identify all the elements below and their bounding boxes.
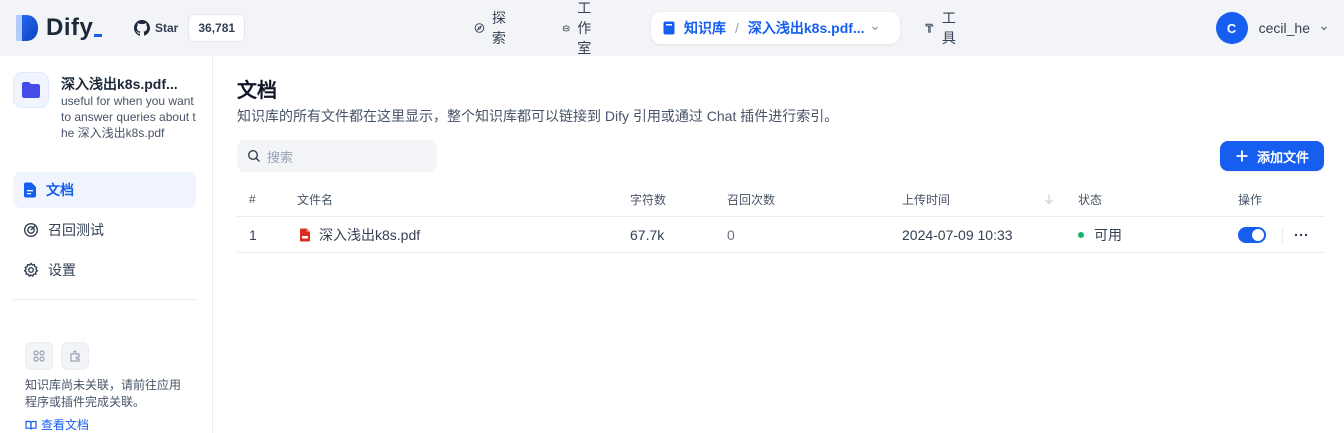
enable-toggle[interactable] bbox=[1238, 226, 1266, 243]
row-file-name-cell[interactable]: 深入浅出k8s.pdf bbox=[299, 217, 420, 252]
more-icon[interactable] bbox=[1293, 227, 1309, 243]
hammer-icon bbox=[925, 23, 934, 33]
table-header: # 文件名 字符数 召回次数 上传时间 状态 操作 bbox=[237, 182, 1324, 217]
user-menu[interactable]: C cecil_he bbox=[1215, 12, 1330, 44]
github-star-label: Star bbox=[155, 21, 179, 35]
dify-logo-icon bbox=[14, 13, 40, 43]
status-badge: 可用 bbox=[1078, 217, 1122, 252]
sidebar-footer: 知识库尚未关联，请前往应用程序或插件完成关联。 查看文档 bbox=[25, 342, 195, 433]
page-title: 文档 bbox=[237, 80, 277, 102]
chevron-down-icon[interactable] bbox=[869, 22, 881, 34]
document-icon bbox=[24, 182, 36, 198]
search-input[interactable]: 搜索 bbox=[237, 140, 437, 172]
search-placeholder: 搜索 bbox=[267, 149, 294, 165]
user-name: cecil_he bbox=[1258, 20, 1310, 36]
dataset-description: useful for when you want to answer queri… bbox=[61, 94, 196, 140]
pdf-file-icon bbox=[300, 228, 310, 241]
github-star-button[interactable]: Star 36,781 bbox=[128, 14, 246, 42]
sidebar-item-label: 设置 bbox=[48, 262, 76, 278]
search-icon bbox=[247, 149, 260, 162]
plugin-icon bbox=[61, 342, 89, 370]
sidebar-item-hit-testing[interactable]: 召回测试 bbox=[13, 212, 196, 248]
sidebar-menu: 文档 召回测试 设置 bbox=[13, 172, 196, 292]
github-star-count: 36,781 bbox=[188, 14, 246, 42]
row-actions bbox=[1238, 217, 1309, 252]
compass-icon bbox=[474, 23, 485, 33]
plus-icon bbox=[1236, 150, 1248, 162]
nav-tools[interactable]: 工具 bbox=[914, 10, 971, 46]
breadcrumb-separator: / bbox=[735, 20, 739, 36]
chevron-down-icon bbox=[1321, 26, 1327, 31]
col-index: # bbox=[249, 192, 256, 206]
sidebar-item-label: 文档 bbox=[46, 182, 74, 198]
gear-icon bbox=[23, 262, 39, 277]
nav-studio-label: 工作室 bbox=[577, 0, 592, 56]
sidebar-item-settings[interactable]: 设置 bbox=[13, 252, 196, 288]
col-actions: 操作 bbox=[1238, 192, 1263, 207]
target-icon bbox=[23, 222, 39, 238]
nav-knowledge[interactable]: 知识库 / 深入浅出k8s.pdf... bbox=[651, 12, 900, 44]
row-file-name: 深入浅出k8s.pdf bbox=[319, 226, 421, 243]
view-docs-label: 查看文档 bbox=[41, 418, 90, 432]
nav-explore-label: 探索 bbox=[491, 10, 506, 46]
unlinked-notice: 知识库尚未关联，请前往应用程序或插件完成关联。 bbox=[25, 378, 182, 409]
robot-icon bbox=[562, 24, 570, 32]
col-upload-time: 上传时间 bbox=[902, 192, 951, 207]
brand-name: Dify bbox=[46, 14, 103, 42]
row-index: 1 bbox=[249, 226, 257, 243]
sort-arrow-icon[interactable] bbox=[1043, 182, 1055, 216]
table-row[interactable]: 1 深入浅出k8s.pdf 67.7k 0 2024-07-09 10:33 可… bbox=[237, 217, 1324, 253]
folder-icon bbox=[13, 72, 49, 108]
actions-divider bbox=[1282, 226, 1283, 243]
top-header: Dify Star 36,781 探索 工作室 知识库 / 深入浅出k8s.pd… bbox=[0, 0, 1344, 56]
add-file-button[interactable]: 添加文件 bbox=[1220, 141, 1324, 171]
nav-tools-label: 工具 bbox=[941, 10, 956, 46]
col-status: 状态 bbox=[1078, 192, 1103, 207]
open-book-icon bbox=[25, 420, 37, 430]
col-hit-count: 召回次数 bbox=[727, 192, 776, 207]
view-docs-link[interactable]: 查看文档 bbox=[25, 416, 195, 433]
col-chars: 字符数 bbox=[630, 192, 667, 207]
col-file-name: 文件名 bbox=[297, 192, 334, 207]
book-icon bbox=[663, 21, 675, 35]
dataset-sidebar: 深入浅出k8s.pdf... useful for when you want … bbox=[0, 56, 213, 433]
sidebar-divider bbox=[13, 299, 196, 300]
status-label: 可用 bbox=[1094, 226, 1122, 243]
documents-panel: 文档 知识库的所有文件都在这里显示，整个知识库都可以链接到 Dify 引用或通过… bbox=[213, 56, 1344, 433]
dify-logo[interactable]: Dify bbox=[14, 12, 103, 44]
page-description: 知识库的所有文件都在这里显示，整个知识库都可以链接到 Dify 引用或通过 Ch… bbox=[237, 108, 839, 124]
status-dot-icon bbox=[1078, 231, 1084, 238]
sidebar-item-documents[interactable]: 文档 bbox=[13, 172, 196, 208]
breadcrumb-current-dataset[interactable]: 深入浅出k8s.pdf... bbox=[748, 18, 865, 38]
apps-icon bbox=[25, 342, 53, 370]
nav-explore[interactable]: 探索 bbox=[464, 10, 521, 46]
dataset-name: 深入浅出k8s.pdf... bbox=[61, 76, 178, 92]
avatar[interactable]: C bbox=[1215, 12, 1248, 44]
nav-studio[interactable]: 工作室 bbox=[552, 0, 609, 56]
sidebar-item-label: 召回测试 bbox=[48, 222, 104, 238]
nav-knowledge-label: 知识库 bbox=[684, 20, 726, 36]
github-icon bbox=[134, 20, 150, 36]
documents-table: # 文件名 字符数 召回次数 上传时间 状态 操作 1 深入浅出k8s.pdf … bbox=[237, 182, 1324, 253]
row-upload-time: 2024-07-09 10:33 bbox=[902, 226, 1013, 243]
add-file-label: 添加文件 bbox=[1256, 149, 1309, 165]
row-hit-count: 0 bbox=[727, 226, 735, 243]
row-chars: 67.7k bbox=[630, 226, 665, 243]
